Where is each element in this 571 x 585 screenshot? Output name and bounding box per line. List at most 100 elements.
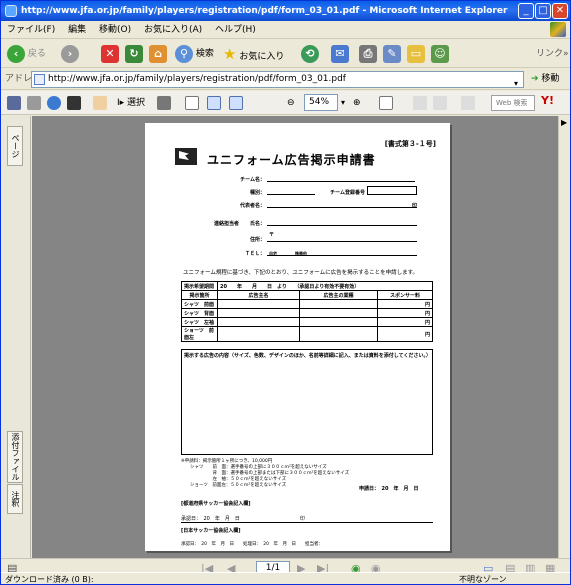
ie-icon bbox=[5, 5, 17, 17]
edit-icon: ✎ bbox=[383, 44, 401, 63]
document-area: [書式第３-１号] ユニフォーム広告掲示申請書 チーム名： 種別： チーム登録番… bbox=[32, 116, 558, 558]
fit-width-icon[interactable] bbox=[229, 96, 243, 110]
prefecture-underline bbox=[181, 522, 433, 523]
forward-arrow-icon: › bbox=[61, 44, 79, 63]
team-line bbox=[267, 181, 415, 182]
zoom-in-icon[interactable] bbox=[185, 96, 199, 110]
zoom-out-icon[interactable]: ⊖ bbox=[287, 95, 295, 111]
menu-file[interactable]: ファイル(F) bbox=[7, 25, 55, 35]
home-button[interactable]: ⌂ bbox=[149, 44, 167, 64]
edit-button[interactable]: ✎ bbox=[383, 44, 401, 64]
refresh-button[interactable]: ↻ bbox=[125, 44, 143, 64]
email-icon[interactable] bbox=[47, 96, 61, 110]
menu-go[interactable]: 移動(O) bbox=[99, 25, 131, 35]
messenger-icon: ☺ bbox=[431, 44, 449, 63]
col-item: 広告主の業種 bbox=[299, 290, 378, 300]
close-button[interactable]: ✕ bbox=[552, 3, 568, 19]
search-button[interactable]: ⚲ 検索 bbox=[175, 44, 214, 64]
go-arrow-icon: ➔ bbox=[531, 74, 539, 84]
zoom-dropdown-icon[interactable]: ▾ bbox=[341, 95, 345, 111]
intro-text: ユニフォーム規程に基づき、下記のとおり、ユニフォームに広告を掲示することを申請し… bbox=[183, 270, 419, 276]
table-row: ショーツ 前面左円 bbox=[181, 326, 433, 342]
comment-icon[interactable] bbox=[433, 96, 447, 110]
jfa-approval-line: 承認日： 20 年 月 日 処理日： 20 年 月 日 担当者： bbox=[181, 542, 323, 547]
page-icon bbox=[34, 74, 45, 85]
period-value: 20 年 月 日 より （承認日より有効不要有効） bbox=[217, 281, 433, 291]
favorites-button[interactable]: ★ お気に入り bbox=[223, 44, 284, 64]
title-bar: http://www.jfa.or.jp/family/players/regi… bbox=[1, 1, 570, 21]
yahoo-icon[interactable]: Y! bbox=[541, 94, 554, 107]
home-icon: ⌂ bbox=[149, 44, 167, 63]
save-icon[interactable] bbox=[7, 96, 21, 110]
rotate-icon[interactable] bbox=[379, 96, 393, 110]
tel-label: ＴＥＬ： bbox=[244, 251, 265, 257]
table-row: シャツ 前面円 bbox=[181, 299, 433, 309]
print-icon: ⎙ bbox=[359, 44, 377, 63]
find-icon[interactable] bbox=[67, 96, 81, 110]
adobe-toolbar: I▸ 選択 ⊖ 54% ▾ ⊕ Web 検索 Y! bbox=[1, 91, 570, 115]
header-row: 掲示箇所 広告主名 広告主の業種 スポンサー料 bbox=[181, 290, 433, 300]
messenger-button[interactable]: ☺ bbox=[431, 44, 449, 64]
snapshot-icon[interactable] bbox=[157, 96, 171, 110]
history-button[interactable]: ⟲ bbox=[301, 44, 319, 64]
tab-comments[interactable]: 注釈 bbox=[7, 484, 23, 514]
tel-mobile: 携帯他 bbox=[295, 251, 307, 256]
window-title: http://www.jfa.or.jp/family/players/regi… bbox=[21, 6, 508, 16]
links-button[interactable]: リンク» bbox=[536, 44, 569, 64]
zone-text: 不明なゾーン bbox=[459, 575, 507, 584]
zoom-input[interactable]: 54% bbox=[304, 94, 338, 111]
fit-page-icon[interactable] bbox=[207, 96, 221, 110]
mail-button[interactable]: ✉ bbox=[331, 44, 349, 64]
select-tool-button[interactable]: I▸ 選択 bbox=[117, 95, 145, 111]
prefecture-section-label: [都道府県サッカー協会記入欄] bbox=[181, 501, 251, 507]
mail-icon: ✉ bbox=[331, 44, 349, 63]
seal-mark: 印 bbox=[411, 203, 417, 209]
contact-label: 連絡担当者 bbox=[213, 221, 239, 227]
back-button[interactable]: ‹ 戻る bbox=[7, 44, 46, 64]
forward-button[interactable]: › bbox=[61, 44, 79, 64]
address-input[interactable]: http://www.jfa.or.jp/family/players/regi… bbox=[31, 71, 524, 88]
menu-help[interactable]: ヘルプ(H) bbox=[215, 25, 256, 35]
back-arrow-icon: ‹ bbox=[7, 44, 25, 63]
tab-attachments[interactable]: 添付ファイル bbox=[7, 431, 23, 483]
search-icon: ⚲ bbox=[175, 44, 193, 63]
refresh-icon: ↻ bbox=[125, 44, 143, 63]
pages-icon[interactable] bbox=[413, 96, 427, 110]
web-search-input[interactable]: Web 検索 bbox=[491, 95, 535, 111]
prefecture-approval-line: 承認日： 20 年 月 日 印 bbox=[181, 516, 305, 522]
form-number: [書式第３-１号] bbox=[384, 140, 436, 148]
menu-bar: ファイル(F) 編集 移動(O) お気に入り(A) ヘルプ(H) bbox=[1, 21, 570, 39]
print-button[interactable]: ⎙ bbox=[359, 44, 377, 64]
col-advertiser: 広告主名 bbox=[217, 290, 300, 300]
minimize-button[interactable]: _ bbox=[518, 3, 534, 19]
scroll-up-arrow-icon[interactable]: ▶ bbox=[561, 118, 567, 127]
folder-button[interactable]: ▭ bbox=[407, 44, 425, 64]
postal-mark: 〒 bbox=[269, 232, 275, 238]
menu-edit[interactable]: 編集 bbox=[68, 25, 86, 35]
tel-home: 自宅 bbox=[269, 251, 277, 256]
stop-icon: ✕ bbox=[101, 44, 119, 63]
menu-favorites[interactable]: お気に入り(A) bbox=[144, 25, 202, 35]
print-pdf-icon[interactable] bbox=[27, 96, 41, 110]
cursor-icon: I▸ bbox=[117, 98, 125, 108]
zoom-plus-icon[interactable]: ⊕ bbox=[353, 95, 361, 111]
vertical-scrollbar[interactable]: ▶ bbox=[558, 116, 570, 558]
period-label: 掲示希望期間 bbox=[181, 281, 218, 291]
tab-pages[interactable]: ページ bbox=[7, 126, 23, 166]
hand-tool-icon[interactable] bbox=[93, 96, 107, 110]
application-date: 申請日： 20 年 月 日 bbox=[359, 486, 419, 492]
star-icon: ★ bbox=[223, 45, 237, 63]
maximize-button[interactable]: □ bbox=[535, 3, 551, 19]
go-button[interactable]: ➔ 移動 bbox=[531, 69, 559, 90]
status-text: ダウンロード済み (0 B): bbox=[5, 575, 94, 584]
standard-toolbar: ‹ 戻る › ✕ ↻ ⌂ ⚲ 検索 ★ お気に入り ⟲ ✉ ⎙ ✎ ▭ ☺ リン… bbox=[1, 40, 570, 68]
chevron-more-icon: » bbox=[563, 49, 569, 59]
folder-icon: ▭ bbox=[407, 44, 425, 63]
history-icon: ⟲ bbox=[301, 44, 319, 63]
help-icon[interactable] bbox=[461, 96, 475, 110]
windows-logo-icon bbox=[550, 22, 566, 37]
type-line bbox=[267, 194, 315, 195]
address-line bbox=[267, 241, 417, 242]
stop-button[interactable]: ✕ bbox=[101, 44, 119, 64]
status-bar: ダウンロード済み (0 B): 不明なゾーン bbox=[1, 572, 570, 584]
